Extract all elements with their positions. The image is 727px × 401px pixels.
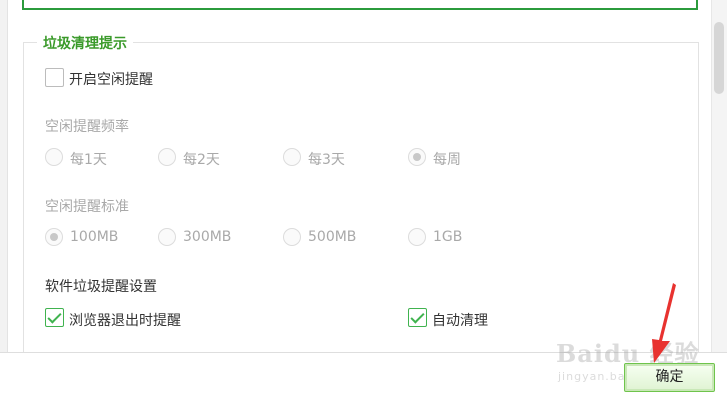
frequency-label-weekly[interactable]: 每周 [433, 149, 461, 169]
browser-exit-checkbox[interactable] [45, 308, 64, 327]
threshold-label-100mb[interactable]: 100MB [70, 229, 118, 245]
confirm-button[interactable]: 确定 [624, 363, 715, 392]
threshold-radio-500mb[interactable] [283, 228, 301, 246]
idle-reminder-checkbox[interactable] [45, 68, 64, 87]
auto-clean-label[interactable]: 自动清理 [432, 310, 488, 330]
frequency-radio-1day[interactable] [45, 148, 63, 166]
idle-reminder-label[interactable]: 开启空闲提醒 [69, 69, 153, 89]
scrollbar-thumb[interactable] [714, 22, 724, 94]
auto-clean-checkbox[interactable] [408, 308, 427, 327]
frequency-radio-2day[interactable] [158, 148, 176, 166]
frequency-label-3day[interactable]: 每3天 [308, 149, 345, 169]
threshold-label-500mb[interactable]: 500MB [308, 229, 356, 245]
browser-exit-label[interactable]: 浏览器退出时提醒 [69, 310, 181, 330]
threshold-label-300mb[interactable]: 300MB [183, 229, 231, 245]
previous-section-box [22, 0, 698, 10]
arrow-shape [652, 283, 676, 363]
frequency-label-2day[interactable]: 每2天 [183, 149, 220, 169]
threshold-heading: 空闲提醒标准 [45, 199, 129, 215]
panel-title: 垃圾清理提示 [37, 33, 133, 53]
threshold-label-1gb[interactable]: 1GB [433, 229, 462, 245]
threshold-radio-100mb[interactable] [45, 228, 63, 246]
threshold-radio-1gb[interactable] [408, 228, 426, 246]
frequency-radio-3day[interactable] [283, 148, 301, 166]
frequency-radio-weekly[interactable] [408, 148, 426, 166]
red-arrow-icon [652, 283, 676, 363]
frequency-heading: 空闲提醒频率 [45, 119, 129, 135]
software-junk-heading: 软件垃圾提醒设置 [45, 279, 157, 295]
left-panel-edge [0, 0, 8, 352]
frequency-label-1day[interactable]: 每1天 [70, 149, 107, 169]
threshold-radio-300mb[interactable] [158, 228, 176, 246]
